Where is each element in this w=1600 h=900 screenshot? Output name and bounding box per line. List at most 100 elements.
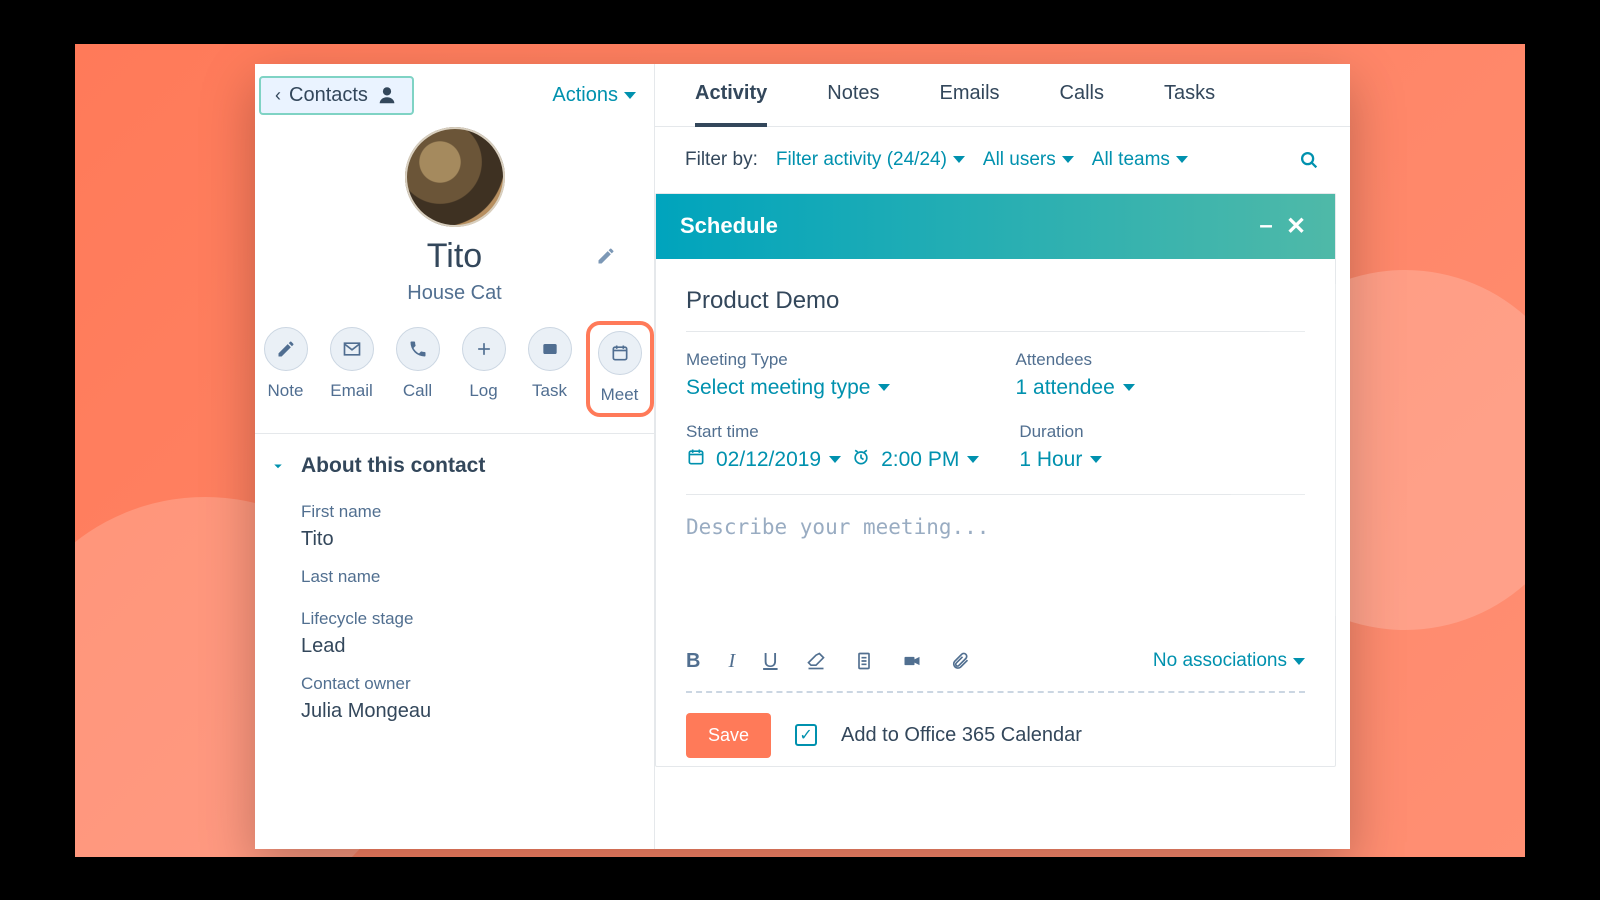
associations-select[interactable]: No associations — [1153, 650, 1305, 672]
start-time-label: Start time — [686, 422, 979, 442]
caret-down-icon — [878, 384, 890, 391]
sidebar-top-row: ‹ Contacts Actions — [255, 64, 654, 119]
tab-notes[interactable]: Notes — [827, 82, 879, 126]
meeting-type-label: Meeting Type — [686, 350, 976, 370]
tab-tasks[interactable]: Tasks — [1164, 82, 1215, 126]
close-icon[interactable]: ✕ — [1281, 212, 1311, 241]
caret-down-icon — [1090, 456, 1102, 463]
meeting-description-input[interactable] — [686, 515, 1305, 625]
meeting-type-block: Meeting Type Select meeting type — [686, 350, 976, 400]
filter-by-label: Filter by: — [685, 149, 758, 171]
meeting-type-value: Select meeting type — [686, 376, 870, 400]
log-action[interactable]: Log — [462, 327, 506, 409]
note-action[interactable]: Note — [264, 327, 308, 409]
underline-button[interactable]: U — [763, 650, 777, 673]
save-button[interactable]: Save — [686, 713, 771, 758]
plus-icon — [462, 327, 506, 371]
schedule-header-title: Schedule — [680, 213, 778, 239]
call-action[interactable]: Call — [396, 327, 440, 409]
caret-down-icon — [829, 456, 841, 463]
description-area — [686, 515, 1305, 630]
start-date-value: 02/12/2019 — [716, 448, 821, 472]
actions-label: Actions — [552, 84, 618, 107]
activity-pane: Activity Notes Emails Calls Tasks Filter… — [655, 64, 1350, 849]
caret-down-icon — [1123, 384, 1135, 391]
contact-sidebar: ‹ Contacts Actions Tito — [255, 64, 655, 849]
last-name-label: Last name — [301, 567, 654, 587]
schedule-panel: Schedule – ✕ Meeting Type Select meeting… — [655, 193, 1336, 767]
bold-button[interactable]: B — [686, 650, 700, 673]
lifecycle-field[interactable]: Lifecycle stage Lead — [255, 593, 654, 658]
video-icon[interactable] — [902, 651, 922, 671]
meeting-type-select[interactable]: Select meeting type — [686, 376, 890, 400]
start-time-picker[interactable]: 2:00 PM — [881, 448, 979, 472]
actions-menu[interactable]: Actions — [552, 84, 636, 107]
eraser-icon[interactable] — [806, 651, 826, 671]
associations-label: No associations — [1153, 650, 1287, 672]
document-icon[interactable] — [854, 651, 874, 671]
quick-actions: Note Email Call — [255, 327, 654, 433]
first-name-field[interactable]: First name Tito — [255, 486, 654, 551]
person-icon — [376, 84, 398, 106]
back-to-contacts[interactable]: ‹ Contacts — [259, 76, 414, 115]
filter-users-label: All users — [983, 149, 1056, 171]
last-name-field[interactable]: Last name — [255, 551, 654, 593]
task-label: Task — [532, 381, 567, 401]
first-name-label: First name — [301, 502, 654, 522]
contact-subtitle: House Cat — [255, 282, 654, 305]
add-to-calendar-checkbox[interactable]: ✓ — [795, 724, 817, 746]
note-icon — [264, 327, 308, 371]
schedule-panel-header: Schedule – ✕ — [656, 194, 1335, 259]
envelope-icon — [330, 327, 374, 371]
filter-teams-label: All teams — [1092, 149, 1170, 171]
log-label: Log — [469, 381, 497, 401]
minimize-icon[interactable]: – — [1251, 212, 1281, 240]
caret-down-icon — [1293, 658, 1305, 665]
meet-action[interactable]: Meet — [586, 321, 654, 417]
type-attendee-row: Meeting Type Select meeting type Attende… — [686, 350, 1305, 400]
rule — [686, 331, 1305, 332]
save-row: Save ✓ Add to Office 365 Calendar — [656, 693, 1335, 766]
owner-label: Contact owner — [301, 674, 654, 694]
clock-icon — [851, 447, 871, 467]
meet-label: Meet — [601, 385, 639, 405]
filter-activity[interactable]: Filter activity (24/24) — [776, 149, 965, 171]
contact-avatar[interactable] — [405, 127, 505, 227]
calendar-icon — [686, 447, 706, 467]
duration-label: Duration — [1019, 422, 1305, 442]
email-action[interactable]: Email — [330, 327, 374, 409]
pencil-icon[interactable] — [596, 246, 616, 266]
attendees-value: 1 attendee — [1016, 376, 1115, 400]
email-label: Email — [330, 381, 373, 401]
owner-value: Julia Mongeau — [301, 700, 654, 723]
filter-users[interactable]: All users — [983, 149, 1074, 171]
phone-icon — [396, 327, 440, 371]
filter-row: Filter by: Filter activity (24/24) All u… — [655, 127, 1350, 193]
note-label: Note — [268, 381, 304, 401]
tab-emails[interactable]: Emails — [940, 82, 1000, 126]
lifecycle-label: Lifecycle stage — [301, 609, 654, 629]
contact-name: Tito — [427, 237, 482, 276]
attendees-label: Attendees — [1016, 350, 1306, 370]
about-section-header[interactable]: About this contact — [255, 434, 654, 486]
first-name-value: Tito — [301, 528, 654, 551]
meeting-title-input[interactable] — [686, 281, 1305, 331]
paperclip-icon[interactable] — [950, 651, 970, 671]
caret-down-icon — [1176, 156, 1188, 163]
search-icon[interactable] — [1298, 149, 1320, 171]
tab-activity[interactable]: Activity — [695, 82, 767, 127]
italic-button[interactable]: I — [728, 650, 735, 673]
start-date-picker[interactable]: 02/12/2019 — [716, 448, 841, 472]
filter-teams[interactable]: All teams — [1092, 149, 1188, 171]
owner-field[interactable]: Contact owner Julia Mongeau — [255, 658, 654, 723]
call-label: Call — [403, 381, 432, 401]
task-action[interactable]: Task — [528, 327, 572, 409]
duration-select[interactable]: 1 Hour — [1019, 448, 1102, 472]
lifecycle-value: Lead — [301, 635, 654, 658]
duration-block: Duration 1 Hour — [1019, 422, 1305, 472]
start-time-value: 2:00 PM — [881, 448, 959, 472]
tab-calls[interactable]: Calls — [1060, 82, 1104, 126]
attendees-select[interactable]: 1 attendee — [1016, 376, 1135, 400]
start-time-block: Start time 02/12/2019 — [686, 422, 979, 472]
rule — [686, 494, 1305, 495]
